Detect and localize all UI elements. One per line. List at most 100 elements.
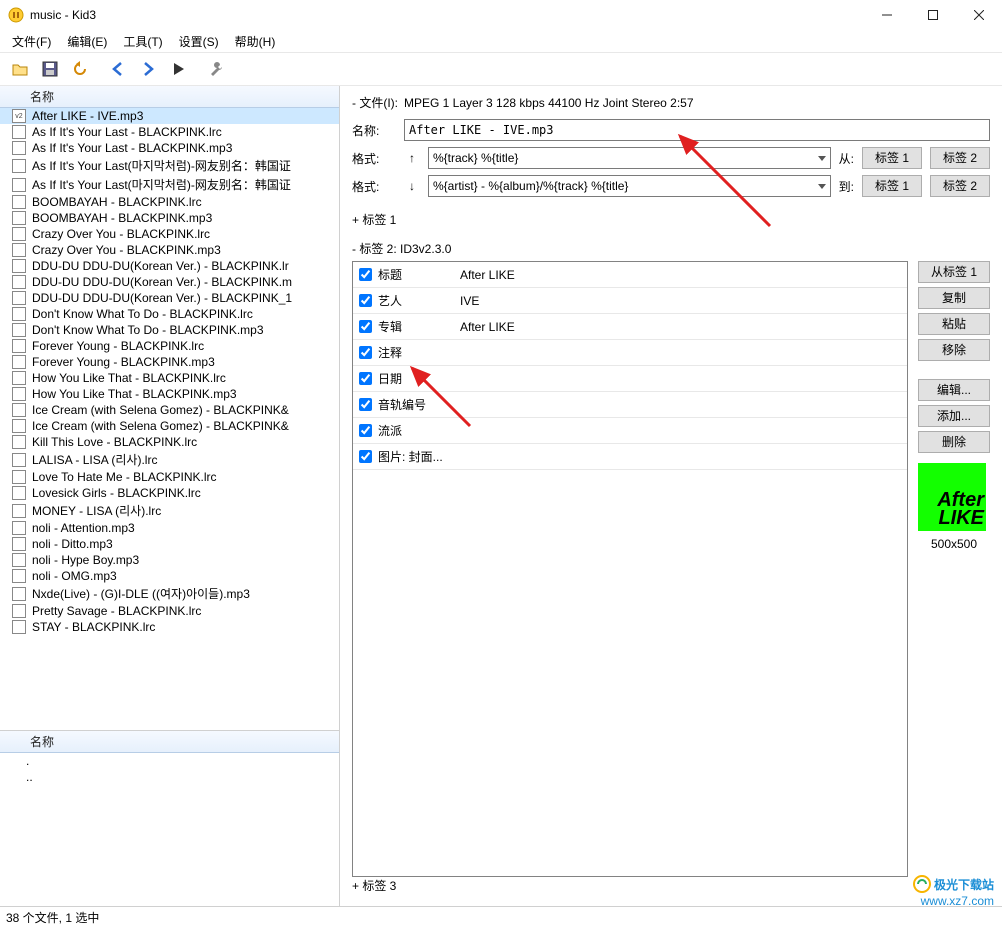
dir-tree[interactable]: . .. bbox=[0, 753, 339, 906]
file-item[interactable]: noli - Hype Boy.mp3 bbox=[0, 552, 339, 568]
tag3-section[interactable]: + 标签 3 bbox=[352, 877, 990, 894]
menu-file[interactable]: 文件(F) bbox=[6, 31, 57, 52]
back-icon[interactable] bbox=[104, 55, 132, 83]
tag-row[interactable]: 艺人IVE bbox=[353, 288, 907, 314]
paste-button[interactable]: 粘贴 bbox=[918, 313, 990, 335]
tag-checkbox[interactable] bbox=[359, 268, 372, 281]
file-item[interactable]: Forever Young - BLACKPINK.lrc bbox=[0, 338, 339, 354]
save-icon[interactable] bbox=[36, 55, 64, 83]
tag-checkbox[interactable] bbox=[359, 450, 372, 463]
tag-checkbox[interactable] bbox=[359, 346, 372, 359]
tag-checkbox[interactable] bbox=[359, 424, 372, 437]
titlebar: music - Kid3 bbox=[0, 0, 1002, 30]
file-item[interactable]: noli - OMG.mp3 bbox=[0, 568, 339, 584]
audio-icon bbox=[12, 419, 26, 433]
dir-dot[interactable]: . bbox=[26, 754, 29, 768]
dir-dotdot[interactable]: .. bbox=[26, 770, 33, 784]
tag-name: 艺人 bbox=[378, 292, 460, 309]
file-item[interactable]: BOOMBAYAH - BLACKPINK.lrc bbox=[0, 194, 339, 210]
file-item[interactable]: Don't Know What To Do - BLACKPINK.mp3 bbox=[0, 322, 339, 338]
document-icon bbox=[12, 371, 26, 385]
format-up-combo[interactable]: %{track} %{title} bbox=[428, 147, 831, 169]
file-item[interactable]: Forever Young - BLACKPINK.mp3 bbox=[0, 354, 339, 370]
close-button[interactable] bbox=[956, 0, 1002, 30]
remove-button[interactable]: 移除 bbox=[918, 339, 990, 361]
play-icon[interactable] bbox=[164, 55, 192, 83]
document-icon bbox=[12, 259, 26, 273]
tag1-section[interactable]: + 标签 1 bbox=[352, 211, 990, 228]
tag-checkbox[interactable] bbox=[359, 372, 372, 385]
tag2-section[interactable]: - 标签 2: ID3v2.3.0 bbox=[352, 240, 990, 257]
tag-value[interactable]: IVE bbox=[460, 294, 901, 308]
revert-icon[interactable] bbox=[66, 55, 94, 83]
tag-value[interactable]: After LIKE bbox=[460, 268, 901, 282]
audio-icon bbox=[12, 521, 26, 535]
menu-help[interactable]: 帮助(H) bbox=[229, 31, 282, 52]
maximize-button[interactable] bbox=[910, 0, 956, 30]
from-tag1-side-button[interactable]: 从标签 1 bbox=[918, 261, 990, 283]
file-item[interactable]: As If It's Your Last(마지막처럼)-网友别名：韩国证 bbox=[0, 175, 339, 194]
menu-tools[interactable]: 工具(T) bbox=[117, 31, 168, 52]
file-item[interactable]: Crazy Over You - BLACKPINK.mp3 bbox=[0, 242, 339, 258]
edit-button[interactable]: 编辑... bbox=[918, 379, 990, 401]
from-tag2-button[interactable]: 标签 2 bbox=[930, 147, 990, 169]
tag-row[interactable]: 音轨编号 bbox=[353, 392, 907, 418]
file-item[interactable]: As If It's Your Last(마지막처럼)-网友别名：韩国证 bbox=[0, 156, 339, 175]
file-item[interactable]: How You Like That - BLACKPINK.mp3 bbox=[0, 386, 339, 402]
open-folder-icon[interactable] bbox=[6, 55, 34, 83]
file-item[interactable]: BOOMBAYAH - BLACKPINK.mp3 bbox=[0, 210, 339, 226]
tag-checkbox[interactable] bbox=[359, 294, 372, 307]
file-item[interactable]: noli - Attention.mp3 bbox=[0, 520, 339, 536]
tag-table[interactable]: 标题After LIKE艺人IVE专辑After LIKE注释日期音轨编号流派图… bbox=[352, 261, 908, 877]
file-item[interactable]: Love To Hate Me - BLACKPINK.lrc bbox=[0, 469, 339, 485]
copy-button[interactable]: 复制 bbox=[918, 287, 990, 309]
file-item[interactable]: Crazy Over You - BLACKPINK.lrc bbox=[0, 226, 339, 242]
forward-icon[interactable] bbox=[134, 55, 162, 83]
tag-row[interactable]: 注释 bbox=[353, 340, 907, 366]
to-tag1-button[interactable]: 标签 1 bbox=[862, 175, 922, 197]
file-list[interactable]: v2After LIKE - IVE.mp3As If It's Your La… bbox=[0, 108, 339, 731]
add-button[interactable]: 添加... bbox=[918, 405, 990, 427]
audio-icon bbox=[12, 387, 26, 401]
minimize-button[interactable] bbox=[864, 0, 910, 30]
file-item[interactable]: LALISA - LISA (리사).lrc bbox=[0, 450, 339, 469]
tag-row[interactable]: 流派 bbox=[353, 418, 907, 444]
delete-button[interactable]: 删除 bbox=[918, 431, 990, 453]
file-item[interactable]: v2After LIKE - IVE.mp3 bbox=[0, 108, 339, 124]
configure-icon[interactable] bbox=[202, 55, 230, 83]
tag-checkbox[interactable] bbox=[359, 398, 372, 411]
file-item[interactable]: STAY - BLACKPINK.lrc bbox=[0, 619, 339, 635]
file-item[interactable]: DDU-DU DDU-DU(Korean Ver.) - BLACKPINK.l… bbox=[0, 258, 339, 274]
document-icon bbox=[12, 504, 26, 518]
tag-value[interactable]: After LIKE bbox=[460, 320, 901, 334]
tag-row[interactable]: 日期 bbox=[353, 366, 907, 392]
file-item[interactable]: Pretty Savage - BLACKPINK.lrc bbox=[0, 603, 339, 619]
from-tag1-button[interactable]: 标签 1 bbox=[862, 147, 922, 169]
file-item[interactable]: noli - Ditto.mp3 bbox=[0, 536, 339, 552]
file-list-header[interactable]: 名称 bbox=[0, 86, 339, 108]
file-item[interactable]: Nxde(Live) - (G)I-DLE ((여자)아이들).mp3 bbox=[0, 584, 339, 603]
filename-input[interactable] bbox=[404, 119, 990, 141]
tag-checkbox[interactable] bbox=[359, 320, 372, 333]
menu-settings[interactable]: 设置(S) bbox=[173, 31, 225, 52]
dir-tree-header[interactable]: 名称 bbox=[0, 731, 339, 753]
arrow-up-icon: ↑ bbox=[404, 147, 420, 169]
format-down-combo[interactable]: %{artist} - %{album}/%{track} %{title} bbox=[428, 175, 831, 197]
to-tag2-button[interactable]: 标签 2 bbox=[930, 175, 990, 197]
file-item[interactable]: As If It's Your Last - BLACKPINK.lrc bbox=[0, 124, 339, 140]
file-item[interactable]: How You Like That - BLACKPINK.lrc bbox=[0, 370, 339, 386]
file-item[interactable]: MONEY - LISA (리사).lrc bbox=[0, 501, 339, 520]
file-item[interactable]: Kill This Love - BLACKPINK.lrc bbox=[0, 434, 339, 450]
file-item[interactable]: Ice Cream (with Selena Gomez) - BLACKPIN… bbox=[0, 418, 339, 434]
file-item[interactable]: Ice Cream (with Selena Gomez) - BLACKPIN… bbox=[0, 402, 339, 418]
menu-edit[interactable]: 编辑(E) bbox=[61, 31, 113, 52]
tag-row[interactable]: 专辑After LIKE bbox=[353, 314, 907, 340]
file-item[interactable]: DDU-DU DDU-DU(Korean Ver.) - BLACKPINK.m bbox=[0, 274, 339, 290]
file-item[interactable]: As If It's Your Last - BLACKPINK.mp3 bbox=[0, 140, 339, 156]
tag-row[interactable]: 图片: 封面... bbox=[353, 444, 907, 470]
tag-row[interactable]: 标题After LIKE bbox=[353, 262, 907, 288]
file-item[interactable]: Lovesick Girls - BLACKPINK.lrc bbox=[0, 485, 339, 501]
file-item[interactable]: Don't Know What To Do - BLACKPINK.lrc bbox=[0, 306, 339, 322]
cover-art[interactable]: After LIKE bbox=[918, 463, 986, 531]
file-item[interactable]: DDU-DU DDU-DU(Korean Ver.) - BLACKPINK_1 bbox=[0, 290, 339, 306]
